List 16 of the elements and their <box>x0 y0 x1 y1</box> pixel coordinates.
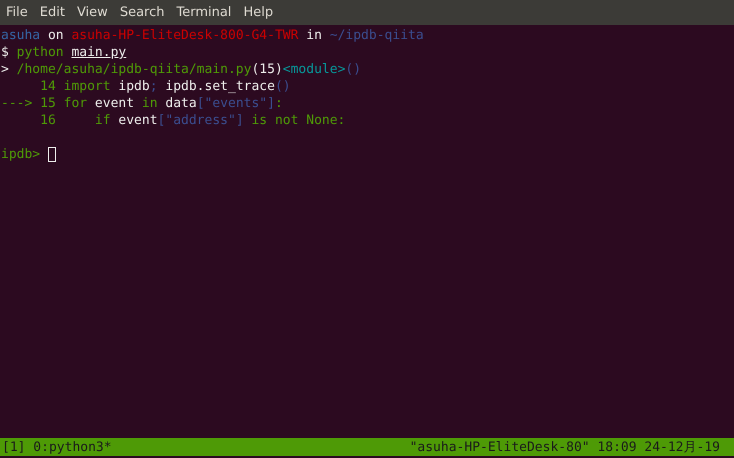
menu-item[interactable]: Terminal <box>176 5 232 20</box>
terminal-line: $ python main.py <box>1 44 126 61</box>
menu-item[interactable]: File <box>6 5 28 20</box>
window-list: [1] 0:python3* <box>2 440 112 454</box>
terminal-line: > /home/asuha/ipdb-qiita/main.py(15)<module>() <box>1 61 362 78</box>
text-cursor <box>48 147 56 162</box>
status-info: "asuha-HP-EliteDesk-80" 18:09 24-12月-19 <box>410 439 720 456</box>
debugger-prompt: ipdb> <box>1 147 40 162</box>
menu-item[interactable]: View <box>76 5 108 20</box>
terminal-line: ---> 15 for event in data["events"]: <box>1 95 283 112</box>
menu-item[interactable]: Search <box>120 5 164 20</box>
terminal-line: asuha on asuha-HP-EliteDesk-800-G4-TWR in ~/ipdb-qiita <box>1 27 424 44</box>
menu-item[interactable]: Edit <box>40 5 65 20</box>
terminal-line: 16 if event["address"] is not None: <box>39 112 346 129</box>
terminal-line: 14 import ipdb; ipdb.set_trace() <box>39 78 291 95</box>
menu-item[interactable]: Help <box>243 5 274 20</box>
